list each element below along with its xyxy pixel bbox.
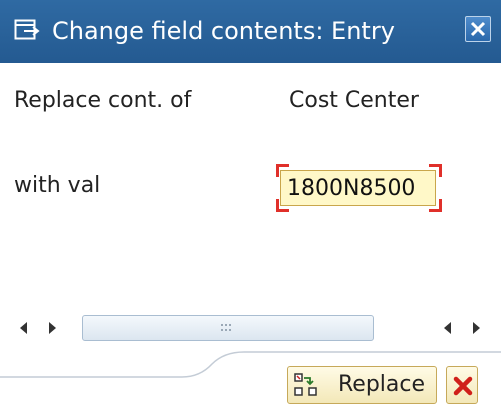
close-button[interactable] xyxy=(465,16,491,42)
new-value-input[interactable] xyxy=(280,170,436,206)
close-icon xyxy=(470,21,486,37)
new-value-field-wrapper xyxy=(276,164,442,212)
cancel-button[interactable] xyxy=(446,366,478,404)
with-value-label: with val xyxy=(14,173,101,198)
horizontal-scrollbar[interactable] xyxy=(82,315,374,341)
scroll-left-button-2[interactable] xyxy=(438,318,458,338)
arrow-left-icon xyxy=(444,322,451,334)
field-name-value: Cost Center xyxy=(289,88,419,113)
title-bar: Change field contents: Entry xyxy=(0,0,501,63)
cancel-icon xyxy=(453,376,473,396)
scrollbar-grip-icon xyxy=(221,324,231,331)
replace-icon xyxy=(294,373,317,396)
replace-button[interactable]: Replace xyxy=(287,366,437,404)
scroll-right-button-2[interactable] xyxy=(466,318,486,338)
scroll-left-button[interactable] xyxy=(14,318,34,338)
scroll-right-button[interactable] xyxy=(42,318,62,338)
arrow-left-icon xyxy=(20,322,27,334)
replace-button-label: Replace xyxy=(338,372,426,397)
replace-contents-label: Replace cont. of xyxy=(14,88,192,113)
arrow-right-icon xyxy=(473,322,480,334)
dialog-title: Change field contents: Entry xyxy=(52,17,395,45)
change-field-dialog: Change field contents: Entry Replace con… xyxy=(0,0,501,419)
arrow-right-icon xyxy=(49,322,56,334)
dialog-window-icon xyxy=(14,19,40,41)
